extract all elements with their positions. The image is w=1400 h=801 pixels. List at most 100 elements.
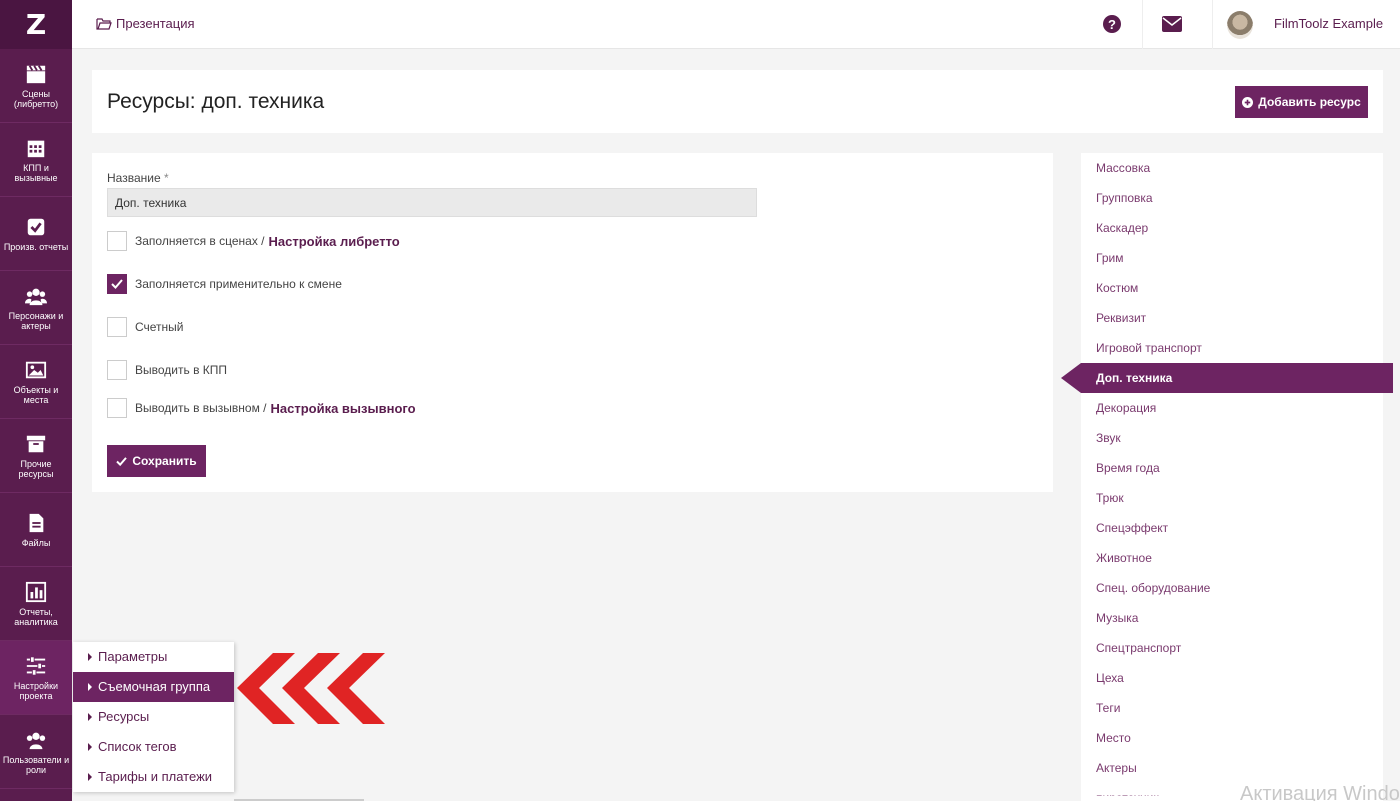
calendar-icon bbox=[27, 140, 45, 157]
nav-label: Объекты и места bbox=[13, 384, 59, 405]
submenu-item-parameters[interactable]: Параметры bbox=[73, 642, 234, 672]
resource-item[interactable]: Массовка bbox=[1081, 153, 1383, 183]
option-row[interactable]: Заполняется в сценах / Настройка либретт… bbox=[107, 231, 400, 251]
nav-item-characters[interactable]: Персонажи и актеры bbox=[0, 271, 72, 345]
svg-text:?: ? bbox=[1108, 17, 1116, 32]
option-label: Выводить в вызывном / bbox=[135, 401, 267, 415]
call-sheet-settings-link[interactable]: Настройка вызывного bbox=[271, 401, 416, 416]
submenu-label: Список тегов bbox=[98, 739, 177, 754]
nav-item-analytics[interactable]: Отчеты, аналитика bbox=[0, 567, 72, 641]
resource-form: Название * Заполняется в сценах / Настро… bbox=[92, 153, 1053, 492]
resource-item[interactable]: Животное bbox=[1081, 543, 1383, 573]
submenu-item-resources[interactable]: Ресурсы bbox=[73, 702, 234, 732]
resource-item[interactable]: Музыка bbox=[1081, 603, 1383, 633]
resource-item[interactable]: Декорация bbox=[1081, 393, 1383, 423]
resource-item[interactable]: Грим bbox=[1081, 243, 1383, 273]
archive-icon bbox=[26, 435, 46, 452]
option-label: Заполняется применительно к смене bbox=[135, 277, 342, 291]
caret-right-icon bbox=[88, 683, 92, 691]
checkbox[interactable] bbox=[107, 231, 127, 251]
nav-item-users-roles[interactable]: Пользователи и роли bbox=[0, 715, 72, 789]
resource-item[interactable]: Спецтранспорт bbox=[1081, 633, 1383, 663]
nav-item-reports[interactable]: Произв. отчеты bbox=[0, 197, 72, 271]
check-icon bbox=[111, 279, 123, 289]
resource-item[interactable]: Спец. оборудование bbox=[1081, 573, 1383, 603]
name-label: Название * bbox=[107, 171, 169, 185]
required-mark: * bbox=[163, 171, 169, 185]
caret-right-icon bbox=[88, 713, 92, 721]
submenu-label: Съемочная группа bbox=[98, 679, 211, 694]
divider bbox=[1142, 0, 1143, 49]
settings-submenu: Параметры Съемочная группа Ресурсы Списо… bbox=[73, 642, 234, 792]
help-icon[interactable]: ? bbox=[1102, 14, 1122, 34]
add-resource-label: Добавить ресурс bbox=[1258, 95, 1361, 109]
resource-item[interactable]: Костюм bbox=[1081, 273, 1383, 303]
resource-item[interactable]: Актеры bbox=[1081, 753, 1383, 783]
resource-item[interactable]: Групповка bbox=[1081, 183, 1383, 213]
checkbox[interactable] bbox=[107, 317, 127, 337]
submenu-item-crew[interactable]: Съемочная группа bbox=[73, 672, 234, 702]
username[interactable]: FilmToolz Example bbox=[1274, 16, 1383, 31]
sliders-icon bbox=[26, 655, 46, 676]
save-button[interactable]: Сохранить bbox=[107, 445, 206, 477]
check-icon bbox=[116, 456, 128, 466]
nav-item-files[interactable]: Файлы bbox=[0, 493, 72, 567]
resource-item[interactable]: Звук bbox=[1081, 423, 1383, 453]
pointer-arrow-icon bbox=[237, 653, 385, 724]
nav-item-scenes[interactable]: Сцены (либретто) bbox=[0, 49, 72, 123]
submenu-item-tags[interactable]: Список тегов bbox=[73, 732, 234, 762]
resource-item[interactable]: Реквизит bbox=[1081, 303, 1383, 333]
nav-item-project-settings[interactable]: Настройки проекта bbox=[0, 641, 72, 715]
resource-item[interactable]: Теги bbox=[1081, 693, 1383, 723]
name-label-text: Название bbox=[107, 171, 161, 185]
resource-item[interactable]: Время года bbox=[1081, 453, 1383, 483]
submenu-item-billing[interactable]: Тарифы и платежи bbox=[73, 762, 234, 792]
users-icon bbox=[25, 288, 47, 305]
divider bbox=[1212, 0, 1213, 49]
option-label: Счетный bbox=[135, 320, 184, 334]
mail-icon[interactable] bbox=[1162, 16, 1182, 32]
folder-open-icon bbox=[96, 18, 112, 30]
checkbox-checked[interactable] bbox=[107, 274, 127, 294]
nav-item-other-resources[interactable]: Прочие ресурсы bbox=[0, 419, 72, 493]
option-label: Заполняется в сценах / bbox=[135, 234, 265, 248]
option-row[interactable]: Выводить в вызывном / Настройка вызывног… bbox=[107, 398, 416, 418]
logo-icon: Z bbox=[25, 8, 47, 41]
option-row[interactable]: Выводить в КПП bbox=[107, 360, 227, 380]
avatar[interactable] bbox=[1227, 11, 1253, 39]
resource-item[interactable]: Место bbox=[1081, 723, 1383, 753]
nav-item-locations[interactable]: Объекты и места bbox=[0, 345, 72, 419]
plus-circle-icon bbox=[1242, 96, 1254, 108]
submenu-label: Ресурсы bbox=[98, 709, 150, 724]
checkbox[interactable] bbox=[107, 398, 127, 418]
resource-item[interactable]: Игровой транспорт bbox=[1081, 333, 1383, 363]
resource-item[interactable]: Спецэффект bbox=[1081, 513, 1383, 543]
nav-label: Прочие ресурсы bbox=[18, 458, 54, 479]
libretto-settings-link[interactable]: Настройка либретто bbox=[269, 234, 400, 249]
name-input[interactable] bbox=[107, 188, 757, 217]
caret-right-icon bbox=[88, 773, 92, 781]
option-row[interactable]: Заполняется применительно к смене bbox=[107, 274, 342, 294]
top-bar: Презентация ? FilmToolz Example bbox=[72, 0, 1400, 49]
nav-label: Персонажи и актеры bbox=[8, 310, 64, 331]
nav-item-schedule[interactable]: КПП и вызывные bbox=[0, 123, 72, 197]
breadcrumb[interactable]: Презентация bbox=[96, 16, 195, 31]
sidebar: Z Сцены (либретто) КПП и вызывные Произв… bbox=[0, 0, 72, 801]
resource-item-active[interactable]: Доп. техника bbox=[1061, 363, 1393, 393]
app-logo[interactable]: Z bbox=[0, 0, 72, 49]
resource-item[interactable]: Каскадер bbox=[1081, 213, 1383, 243]
clapperboard-icon bbox=[26, 64, 46, 83]
bar-chart-icon bbox=[25, 581, 47, 602]
option-row[interactable]: Счетный bbox=[107, 317, 184, 337]
save-label: Сохранить bbox=[132, 454, 197, 468]
add-resource-button[interactable]: Добавить ресурс bbox=[1235, 86, 1368, 118]
option-label: Выводить в КПП bbox=[135, 363, 228, 377]
checkbox[interactable] bbox=[107, 360, 127, 380]
submenu-label: Тарифы и платежи bbox=[98, 769, 213, 784]
resource-item[interactable]: Цеха bbox=[1081, 663, 1383, 693]
check-square-icon bbox=[27, 218, 45, 235]
breadcrumb-label: Презентация bbox=[116, 16, 195, 31]
resource-item[interactable]: Трюк bbox=[1081, 483, 1383, 513]
image-icon bbox=[25, 361, 47, 378]
caret-right-icon bbox=[88, 653, 92, 661]
